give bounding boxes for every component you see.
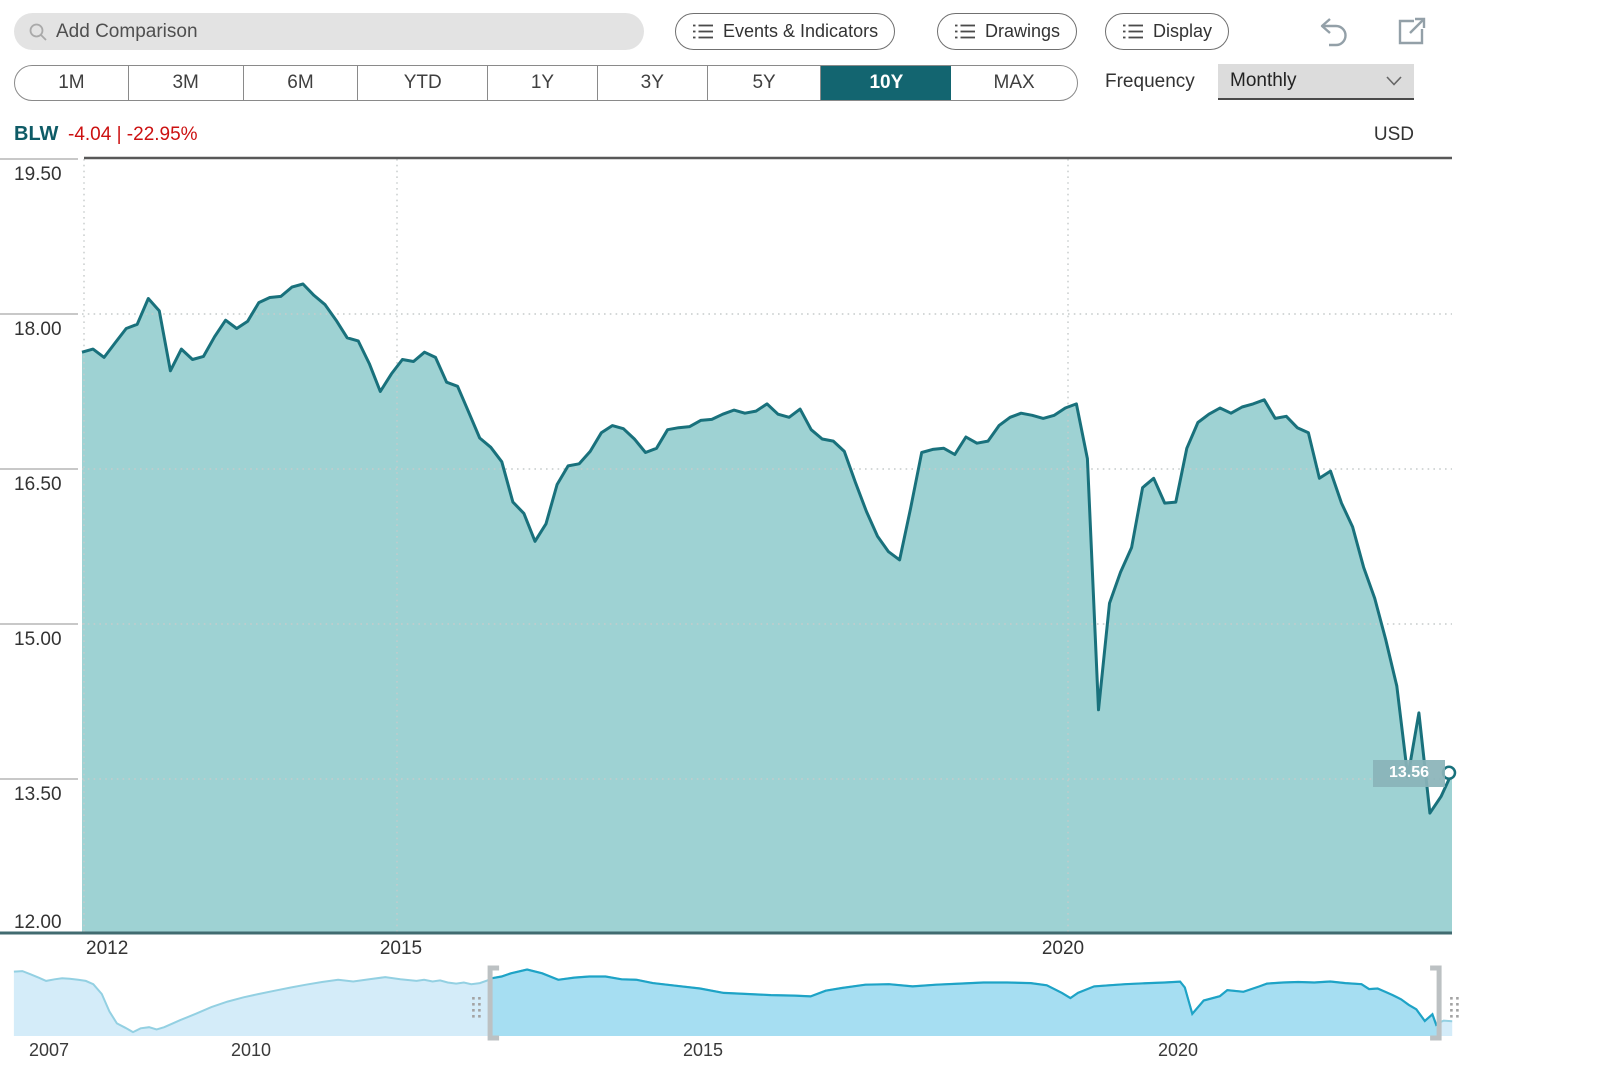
y-axis-label: 19.50 bbox=[14, 164, 62, 185]
y-axis-ticks bbox=[0, 158, 78, 780]
navigator-x-label: 2010 bbox=[230, 1040, 272, 1060]
main-area-fill bbox=[82, 284, 1452, 934]
x-axis-label: 2015 bbox=[379, 938, 423, 959]
chart-app: { "toolbar": { "search_placeholder": "Ad… bbox=[0, 0, 1614, 1085]
y-axis-label: 12.00 bbox=[14, 912, 62, 933]
last-price-tag: 13.56 bbox=[1373, 759, 1445, 787]
price-chart-canvas bbox=[0, 156, 1459, 1041]
navigator-right-grip[interactable] bbox=[1450, 997, 1459, 1018]
navigator-x-label: 2015 bbox=[682, 1040, 724, 1060]
y-axis-label: 13.50 bbox=[14, 784, 62, 805]
navigator[interactable] bbox=[13, 965, 1459, 1041]
navigator-x-label: 2007 bbox=[28, 1040, 70, 1060]
y-axis-label: 15.00 bbox=[14, 629, 62, 650]
y-axis-label: 16.50 bbox=[14, 474, 62, 495]
y-axis-label: 18.00 bbox=[14, 319, 62, 340]
x-axis-label: 2020 bbox=[1041, 938, 1085, 959]
navigator-x-label: 2020 bbox=[1157, 1040, 1199, 1060]
x-axis-label: 2012 bbox=[86, 938, 129, 959]
